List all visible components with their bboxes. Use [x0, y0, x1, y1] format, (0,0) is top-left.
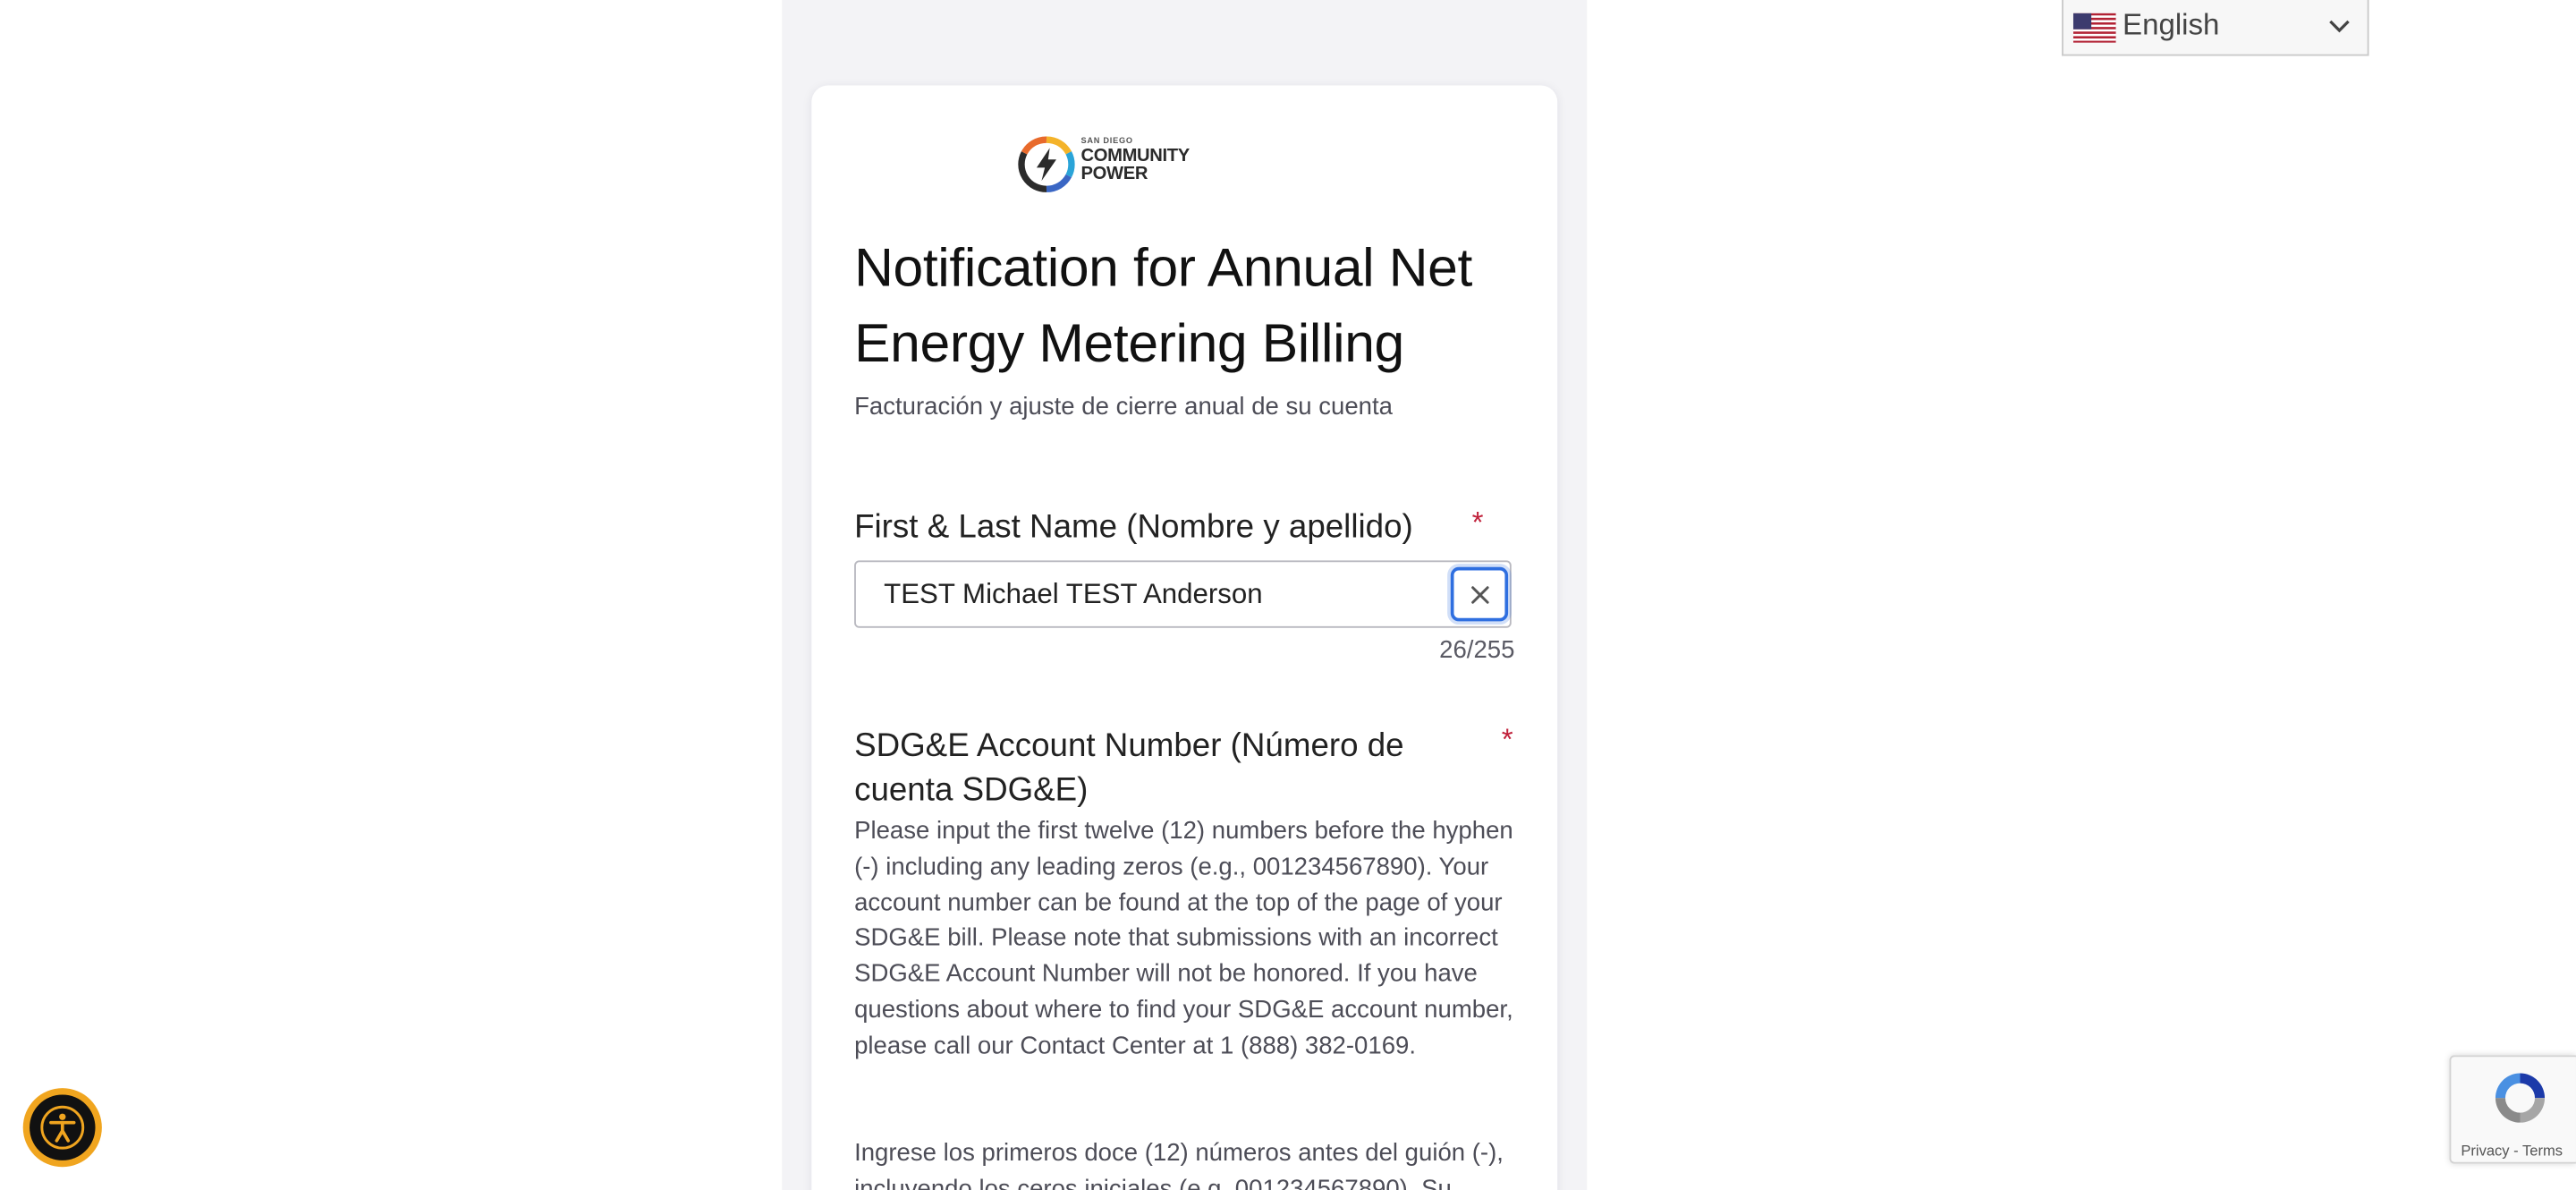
recaptcha-terms-link[interactable]: Terms	[2522, 1143, 2563, 1159]
us-flag-icon	[2072, 13, 2116, 43]
language-selector[interactable]: English	[2062, 0, 2369, 56]
account-help-text-es: Ingrese los primeros doce (12) números a…	[854, 1139, 1504, 1190]
recaptcha-links: Privacy - Terms	[2461, 1143, 2563, 1159]
form-card: SAN DIEGO COMMUNITY POWER Notification f…	[811, 85, 1558, 1190]
name-field-label: First & Last Name (Nombre y apellido)	[854, 509, 1413, 546]
recaptcha-separator: -	[2509, 1142, 2522, 1160]
accessibility-icon-bg	[30, 1094, 96, 1160]
accessibility-button[interactable]	[22, 1088, 102, 1168]
logo-ring-icon	[1018, 136, 1075, 192]
logo-small-text: SAN DIEGO	[1080, 136, 1133, 147]
form-subtitle: Facturación y ajuste de cierre anual de …	[854, 393, 1393, 421]
page: SAN DIEGO COMMUNITY POWER Notification f…	[0, 0, 2576, 1190]
form-title: Notification for Annual Net Energy Meter…	[854, 236, 1472, 373]
accessibility-icon	[40, 1105, 85, 1150]
language-label: English	[2123, 8, 2220, 41]
name-input-wrapper	[854, 560, 1512, 628]
logo-line-1: COMMUNITY	[1080, 146, 1191, 166]
name-input[interactable]	[855, 562, 1445, 626]
character-counter: 26/255	[1439, 635, 1515, 665]
recaptcha-icon	[2495, 1073, 2546, 1123]
clear-name-button[interactable]	[1450, 566, 1509, 622]
logo-line-2: POWER	[1080, 164, 1148, 184]
account-help-text-en: Please input the first twelve (12) numbe…	[854, 816, 1513, 1060]
logo-wordmark: SAN DIEGO COMMUNITY POWER	[1080, 136, 1191, 184]
community-power-logo: SAN DIEGO COMMUNITY POWER	[1017, 132, 1223, 194]
account-required-mark: *	[1501, 723, 1513, 757]
recaptcha-badge: Privacy - Terms	[2449, 1055, 2576, 1164]
name-required-mark: *	[1471, 506, 1484, 540]
account-field-label: SDG&E Account Number (Número de cuenta S…	[854, 727, 1404, 809]
close-icon	[1470, 585, 1488, 603]
chevron-down-icon	[2329, 20, 2350, 33]
recaptcha-privacy-link[interactable]: Privacy	[2461, 1143, 2509, 1159]
